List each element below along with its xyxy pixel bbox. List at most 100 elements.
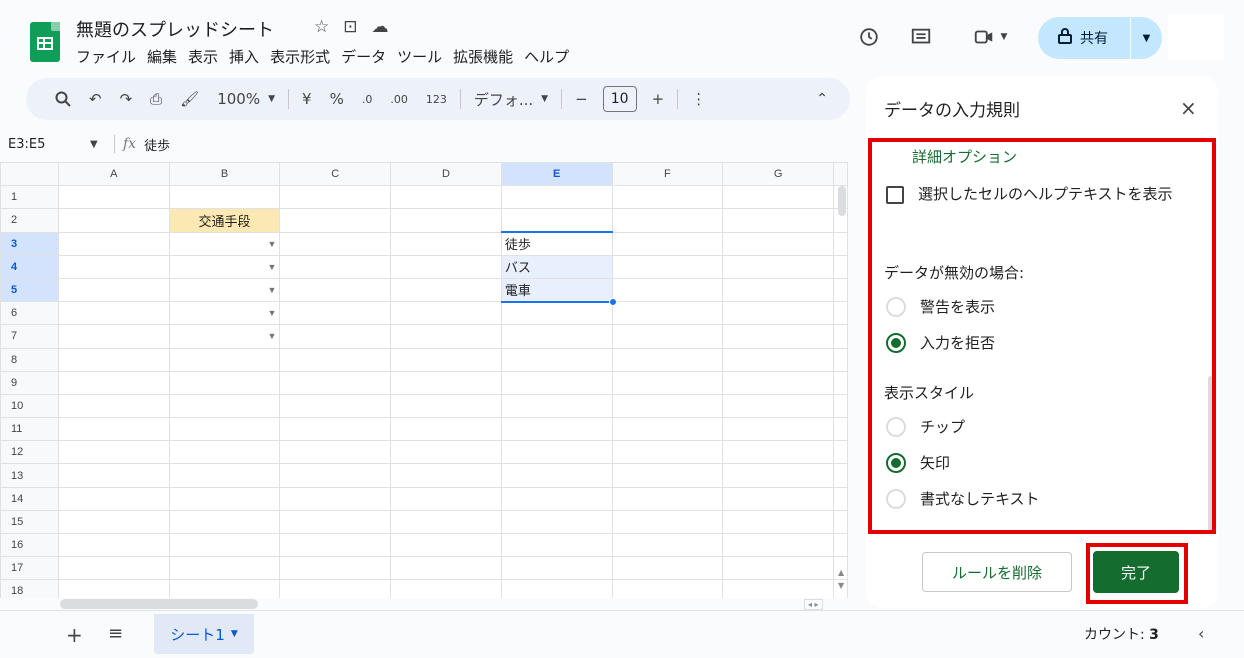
- cell[interactable]: [279, 509, 392, 535]
- cell[interactable]: [611, 463, 724, 488]
- cell[interactable]: [57, 579, 170, 598]
- cell[interactable]: [57, 463, 170, 488]
- cell[interactable]: [390, 277, 502, 303]
- dropdown-cell[interactable]: ▼: [168, 277, 281, 303]
- cell[interactable]: [611, 440, 724, 465]
- cell[interactable]: [722, 301, 834, 326]
- chevron-down-icon[interactable]: ▼: [231, 629, 238, 639]
- column-header[interactable]: G: [722, 162, 834, 187]
- menu-insert[interactable]: 挿入: [229, 46, 259, 67]
- cell[interactable]: [57, 208, 170, 233]
- dropdown-arrow-icon[interactable]: ▼: [267, 331, 276, 341]
- cell[interactable]: [390, 254, 502, 279]
- cell[interactable]: [722, 532, 834, 558]
- cell[interactable]: [279, 324, 392, 349]
- cell[interactable]: [500, 486, 613, 511]
- cell[interactable]: [168, 440, 281, 465]
- cell[interactable]: [500, 509, 613, 535]
- cell[interactable]: [279, 208, 392, 233]
- font-select[interactable]: デフォ... ▼: [465, 89, 557, 110]
- cell[interactable]: [611, 277, 724, 303]
- cell[interactable]: [57, 277, 170, 303]
- row-header[interactable]: 12: [0, 440, 59, 465]
- cell[interactable]: [611, 393, 724, 419]
- cell[interactable]: [390, 301, 502, 326]
- row-header[interactable]: 15: [0, 509, 59, 535]
- cell[interactable]: [500, 440, 613, 465]
- cell[interactable]: [390, 440, 502, 465]
- cell[interactable]: [390, 509, 502, 535]
- cell[interactable]: [279, 417, 392, 442]
- cell[interactable]: [168, 393, 281, 419]
- delete-rule-button[interactable]: ルールを削除: [922, 552, 1072, 592]
- dropdown-arrow-icon[interactable]: ▼: [267, 239, 276, 249]
- cell[interactable]: [722, 185, 834, 210]
- cell[interactable]: [57, 370, 170, 395]
- cell[interactable]: [390, 579, 502, 598]
- cell[interactable]: [500, 301, 613, 326]
- cell[interactable]: [168, 347, 281, 372]
- row-header[interactable]: 13: [0, 463, 59, 488]
- cell[interactable]: [611, 347, 724, 372]
- name-box-dropdown-icon[interactable]: ▼: [90, 139, 114, 150]
- dropdown-cell[interactable]: ▼: [168, 324, 281, 349]
- row-header[interactable]: 1: [0, 185, 59, 210]
- cell[interactable]: [279, 254, 392, 279]
- cell[interactable]: [168, 417, 281, 442]
- cell[interactable]: [500, 393, 613, 419]
- cell-e4[interactable]: バス: [500, 254, 613, 279]
- cell[interactable]: [168, 486, 281, 511]
- increase-decimal-button[interactable]: .00: [381, 93, 417, 106]
- menu-data[interactable]: データ: [341, 46, 386, 67]
- all-sheets-button[interactable]: ≡: [108, 623, 123, 644]
- sheet-tab[interactable]: シート1 ▼: [154, 614, 254, 654]
- cell[interactable]: [500, 532, 613, 558]
- cell[interactable]: [57, 440, 170, 465]
- vertical-scrollbar[interactable]: [838, 186, 846, 216]
- cell[interactable]: [500, 370, 613, 395]
- font-size-input[interactable]: 10: [602, 86, 637, 112]
- cell[interactable]: [390, 393, 502, 419]
- cell[interactable]: [57, 254, 170, 279]
- percent-button[interactable]: %: [321, 90, 353, 108]
- column-header[interactable]: A: [57, 162, 170, 187]
- cell[interactable]: [722, 347, 834, 372]
- row-header[interactable]: 17: [0, 556, 59, 581]
- cell[interactable]: [390, 370, 502, 395]
- cell[interactable]: [390, 486, 502, 511]
- paint-format-icon[interactable]: 🖌: [171, 90, 208, 108]
- row-header[interactable]: 4: [0, 254, 59, 279]
- dropdown-cell[interactable]: ▼: [168, 231, 281, 256]
- formula-input[interactable]: 徒歩: [144, 135, 170, 154]
- cell[interactable]: [279, 231, 392, 256]
- cell[interactable]: [722, 231, 834, 256]
- row-header[interactable]: 10: [0, 393, 59, 419]
- cell[interactable]: [279, 463, 392, 488]
- more-options-icon[interactable]: ⋮: [682, 90, 715, 108]
- column-header[interactable]: B: [168, 162, 281, 187]
- cell[interactable]: [279, 393, 392, 419]
- row-header[interactable]: 11: [0, 417, 59, 442]
- done-button[interactable]: 完了: [1093, 551, 1179, 593]
- name-box[interactable]: E3:E5: [0, 137, 90, 152]
- cell[interactable]: [611, 417, 724, 442]
- fill-handle[interactable]: [609, 298, 617, 306]
- cell[interactable]: [500, 185, 613, 210]
- cell[interactable]: [390, 324, 502, 349]
- cell[interactable]: [168, 509, 281, 535]
- menu-extensions[interactable]: 拡張機能: [453, 46, 513, 67]
- cell[interactable]: [168, 185, 281, 210]
- cell[interactable]: [722, 277, 834, 303]
- select-all-corner[interactable]: [0, 162, 59, 187]
- cell[interactable]: [390, 185, 502, 210]
- collapse-side-panel-icon[interactable]: ‹: [1198, 624, 1204, 643]
- cell[interactable]: [611, 208, 724, 233]
- row-header[interactable]: 14: [0, 486, 59, 511]
- spreadsheet-grid[interactable]: A B C D E F G 1 2 交通手段 3 ▼ 徒歩 4 ▼ バス 5 ▼…: [0, 162, 848, 598]
- count-summary[interactable]: カウント: 3: [1084, 624, 1159, 644]
- cell[interactable]: [611, 532, 724, 558]
- row-header[interactable]: 8: [0, 347, 59, 372]
- search-icon[interactable]: [46, 91, 80, 107]
- cell[interactable]: [500, 417, 613, 442]
- cell[interactable]: [390, 532, 502, 558]
